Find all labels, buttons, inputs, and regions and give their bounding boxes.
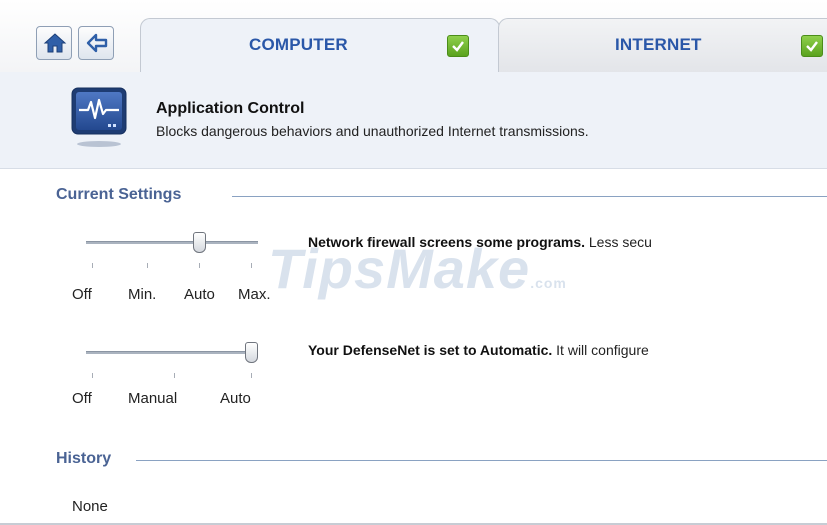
tick	[147, 263, 148, 268]
tab-computer-label: COMPUTER	[249, 35, 348, 54]
watermark-suffix: .com	[530, 275, 567, 291]
divider	[232, 196, 827, 197]
page-title: Application Control	[156, 100, 305, 117]
slider-label-max: Max.	[238, 286, 271, 303]
tick	[92, 373, 93, 378]
slider-label-off: Off	[72, 286, 92, 303]
current-settings-heading: Current Settings	[56, 186, 182, 203]
tab-internet[interactable]: INTERNET	[498, 18, 827, 72]
header-band: Application Control Blocks dangerous beh…	[0, 72, 827, 169]
history-heading: History	[56, 450, 112, 467]
slider-label-off: Off	[72, 390, 92, 407]
tick	[251, 373, 252, 378]
tick	[199, 263, 200, 268]
check-icon	[447, 35, 469, 57]
tab-internet-label: INTERNET	[615, 35, 702, 54]
defensenet-status-bold: Your DefenseNet is set to Automatic.	[308, 342, 553, 358]
slider-label-manual: Manual	[128, 390, 178, 407]
tab-computer[interactable]: COMPUTER	[140, 18, 500, 72]
back-arrow-icon	[86, 33, 108, 53]
page-description: Blocks dangerous behaviors and unauthori…	[156, 123, 589, 139]
tick	[92, 263, 93, 268]
tick	[174, 373, 175, 378]
home-icon	[43, 33, 67, 53]
slider-label-min: Min.	[128, 286, 157, 303]
check-icon	[801, 35, 823, 57]
defensenet-slider-track[interactable]	[86, 351, 258, 354]
history-value: None	[72, 498, 108, 515]
back-button[interactable]	[78, 26, 114, 60]
slider-label-auto: Auto	[184, 286, 215, 303]
defensenet-status-text: Your DefenseNet is set to Automatic. It …	[308, 342, 649, 358]
tick	[251, 263, 252, 268]
watermark-text: TipsMake	[268, 237, 531, 300]
defensenet-status-detail: It will configure	[552, 342, 649, 358]
slider-label-auto: Auto	[220, 390, 251, 407]
defensenet-slider-thumb[interactable]	[245, 342, 258, 363]
firewall-slider-track[interactable]	[86, 241, 258, 244]
home-button[interactable]	[36, 26, 72, 60]
watermark: TipsMake.com	[268, 236, 567, 301]
divider	[136, 460, 827, 461]
monitor-pulse-icon	[71, 87, 127, 147]
firewall-slider-thumb[interactable]	[193, 232, 206, 253]
top-bar: COMPUTER INTERNET	[0, 0, 827, 73]
firewall-status-detail: Less secu	[585, 234, 652, 250]
